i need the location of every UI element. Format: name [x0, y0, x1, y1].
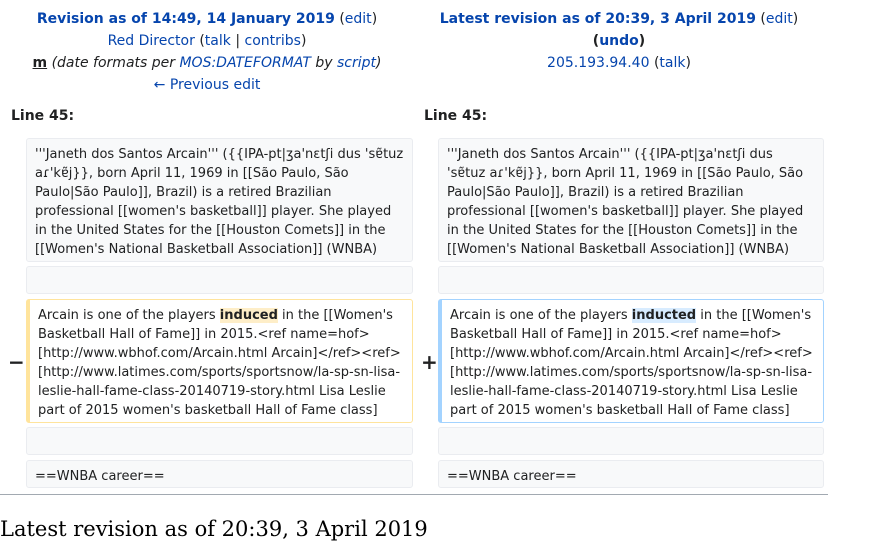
- previous-edit-link[interactable]: ← Previous edit: [154, 77, 261, 93]
- new-empty-line-2: [438, 427, 824, 455]
- new-user-talk-link[interactable]: talk: [659, 55, 685, 71]
- old-user-talk-link[interactable]: talk: [205, 33, 231, 49]
- undo-link[interactable]: undo: [599, 33, 639, 49]
- old-section-heading-line: ==WNBA career==: [26, 460, 413, 488]
- old-user-contribs-link[interactable]: contribs: [245, 33, 301, 49]
- added-line: Arcain is one of the players inducted in…: [438, 299, 824, 423]
- new-revision-link[interactable]: Latest revision as of 20:39, 3 April 201…: [440, 11, 756, 27]
- new-empty-line: [438, 266, 824, 294]
- divider: [0, 494, 828, 495]
- minor-edit-flag: m: [32, 55, 48, 71]
- mos-dateformat-link[interactable]: MOS:DATEFORMAT: [179, 55, 310, 71]
- diff-header-new: Latest revision as of 20:39, 3 April 201…: [412, 8, 826, 74]
- old-revision-user: Red Director (talk | contribs): [107, 33, 307, 49]
- deletion-marker: −: [8, 350, 25, 374]
- inserted-word: inducted: [631, 308, 697, 323]
- old-edit-link[interactable]: edit: [345, 11, 372, 27]
- old-line-number: Line 45:: [11, 108, 75, 124]
- old-revision-title: Revision as of 14:49, 14 January 2019 (e…: [36, 11, 378, 27]
- new-section-heading-line: ==WNBA career==: [438, 460, 824, 488]
- old-context-line: '''Janeth dos Santos Arcain''' ({{IPA-pt…: [26, 138, 413, 262]
- undo-row: (undo): [592, 33, 646, 49]
- deleted-line: Arcain is one of the players induced in …: [26, 299, 413, 423]
- new-line-number: Line 45:: [424, 108, 488, 124]
- new-user-link[interactable]: 205.193.94.40: [547, 55, 649, 71]
- old-empty-line: [26, 266, 413, 294]
- new-revision-user: 205.193.94.40 (talk): [547, 55, 691, 71]
- new-context-line: '''Janeth dos Santos Arcain''' ({{IPA-pt…: [438, 138, 824, 262]
- new-edit-link[interactable]: edit: [766, 11, 793, 27]
- old-empty-line-2: [26, 427, 413, 455]
- latest-revision-heading: Latest revision as of 20:39, 3 April 201…: [0, 517, 428, 541]
- deleted-word: induced: [219, 308, 278, 323]
- diff-header-old: Revision as of 14:49, 14 January 2019 (e…: [0, 8, 414, 96]
- new-revision-title: Latest revision as of 20:39, 3 April 201…: [439, 11, 799, 27]
- old-edit-summary: m (date formats per MOS:DATEFORMAT by sc…: [32, 55, 382, 71]
- old-user-link[interactable]: Red Director: [108, 33, 195, 49]
- script-link[interactable]: script: [337, 55, 376, 71]
- old-revision-link[interactable]: Revision as of 14:49, 14 January 2019: [37, 11, 335, 27]
- addition-marker: +: [421, 350, 438, 374]
